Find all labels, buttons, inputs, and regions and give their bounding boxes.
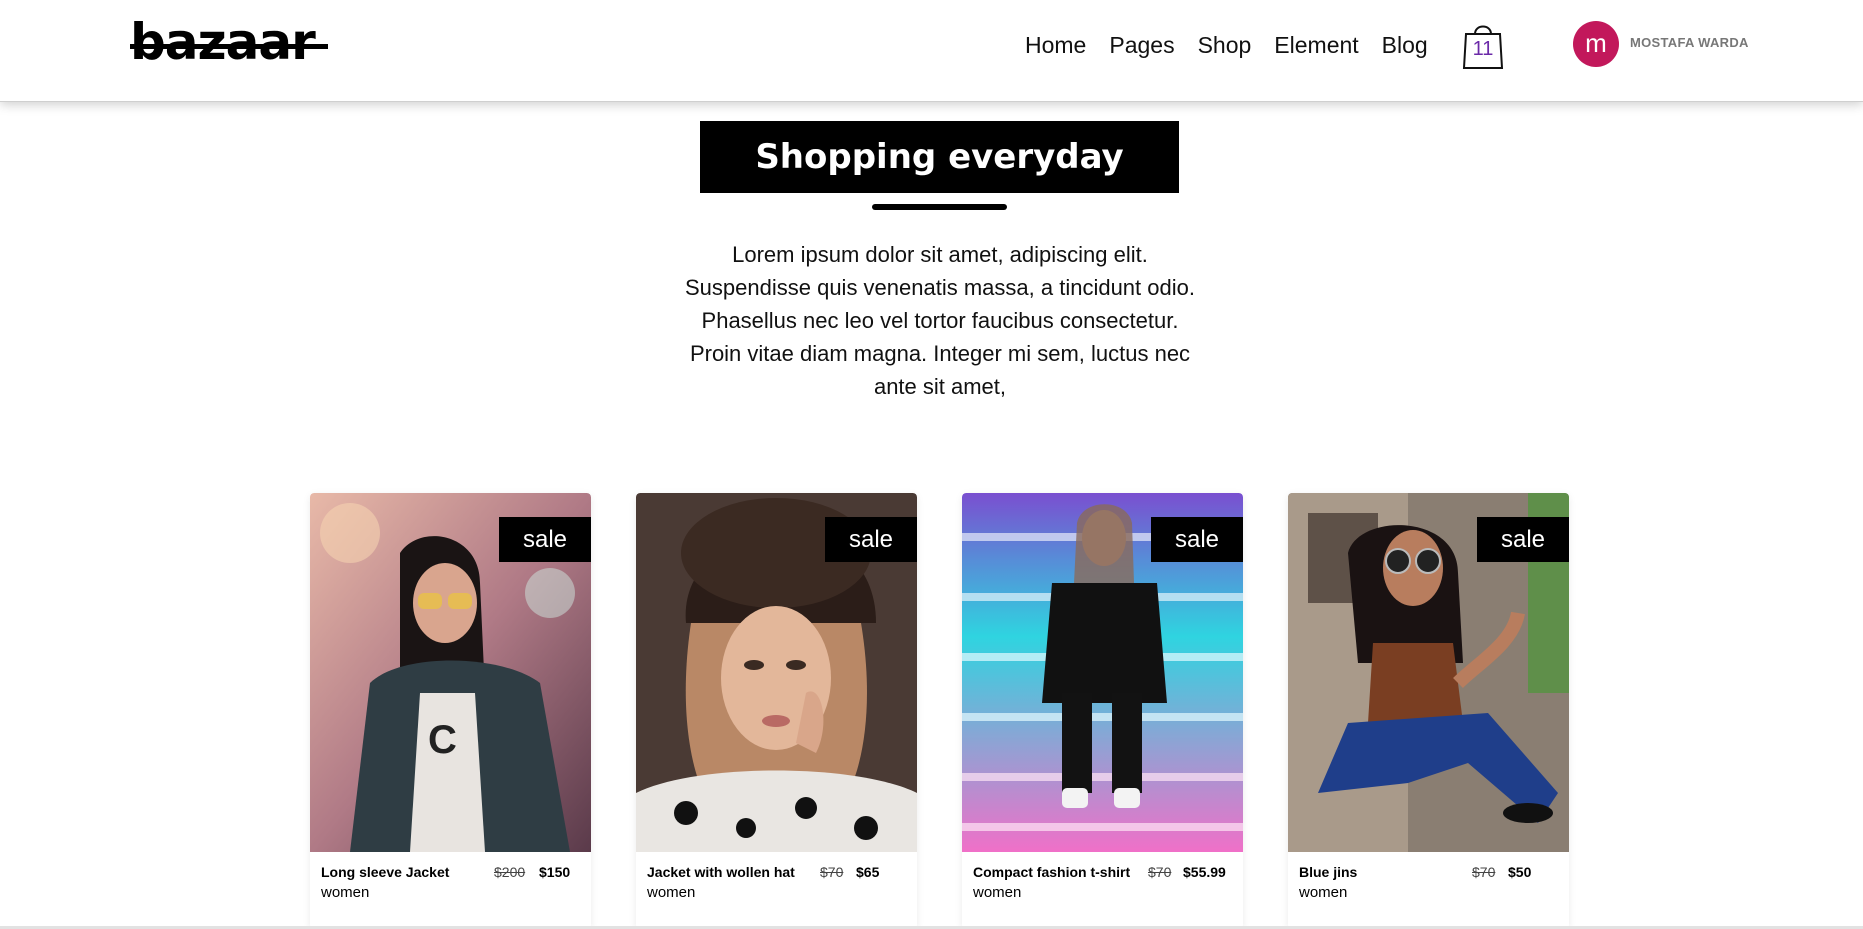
product-name[interactable]: Long sleeve Jacket — [321, 864, 449, 880]
page-title: Shopping everyday — [700, 121, 1179, 193]
sale-badge: sale — [1477, 517, 1569, 562]
nav-pages[interactable]: Pages — [1109, 28, 1174, 62]
nav-blog[interactable]: Blog — [1382, 28, 1428, 62]
product-card[interactable]: sale Compact fashion t-shirt $70 $55.99 … — [962, 493, 1243, 929]
product-name[interactable]: Jacket with wollen hat — [647, 864, 795, 880]
nav-shop[interactable]: Shop — [1198, 28, 1252, 62]
product-image[interactable]: sale — [636, 493, 917, 852]
sale-price: $65 — [856, 864, 880, 880]
sale-price: $55.99 — [1183, 864, 1226, 880]
product-image[interactable]: sale — [1288, 493, 1569, 852]
old-price: $70 — [1472, 864, 1496, 880]
product-name[interactable]: Compact fashion t-shirt — [973, 864, 1130, 880]
nav-home[interactable]: Home — [1025, 28, 1086, 62]
sale-badge: sale — [825, 517, 917, 562]
product-category: women — [321, 884, 370, 901]
sale-badge: sale — [499, 517, 591, 562]
user-name[interactable]: MOSTAFA WARDA — [1630, 35, 1749, 50]
product-card[interactable]: sale Blue jins $70 $50 women — [1288, 493, 1569, 929]
product-image[interactable]: sale — [962, 493, 1243, 852]
main-nav: Home Pages Shop Element Blog — [1025, 28, 1451, 62]
sale-badge: sale — [1151, 517, 1243, 562]
hero-description: Lorem ipsum dolor sit amet, adipiscing e… — [685, 242, 1195, 399]
product-category: women — [973, 884, 1022, 901]
product-card[interactable]: sale Jacket with wollen hat $70 $65 wome… — [636, 493, 917, 929]
product-card[interactable]: C sale Long sleeve Jacket $200 $150 wome… — [310, 493, 591, 929]
product-grid: C sale Long sleeve Jacket $200 $150 wome… — [310, 493, 1570, 929]
product-category: women — [1299, 884, 1348, 901]
sale-price: $150 — [539, 864, 571, 880]
avatar[interactable]: m — [1573, 21, 1619, 67]
old-price: $200 — [494, 864, 526, 880]
title-underline — [872, 204, 1007, 210]
svg-text:C: C — [428, 718, 457, 762]
shopping-bag-icon[interactable]: 11 — [1462, 20, 1504, 70]
sale-price: $50 — [1508, 864, 1532, 880]
product-category: women — [647, 884, 696, 901]
site-header: bazaar Home Pages Shop Element Blog 11 m… — [0, 0, 1863, 102]
product-name[interactable]: Blue jins — [1299, 864, 1357, 880]
cart-count: 11 — [1472, 38, 1494, 60]
old-price: $70 — [1148, 864, 1172, 880]
logo-strike — [130, 44, 328, 49]
nav-element[interactable]: Element — [1274, 28, 1358, 62]
brand-logo[interactable]: bazaar — [130, 14, 316, 70]
old-price: $70 — [820, 864, 844, 880]
product-image[interactable]: C sale — [310, 493, 591, 852]
